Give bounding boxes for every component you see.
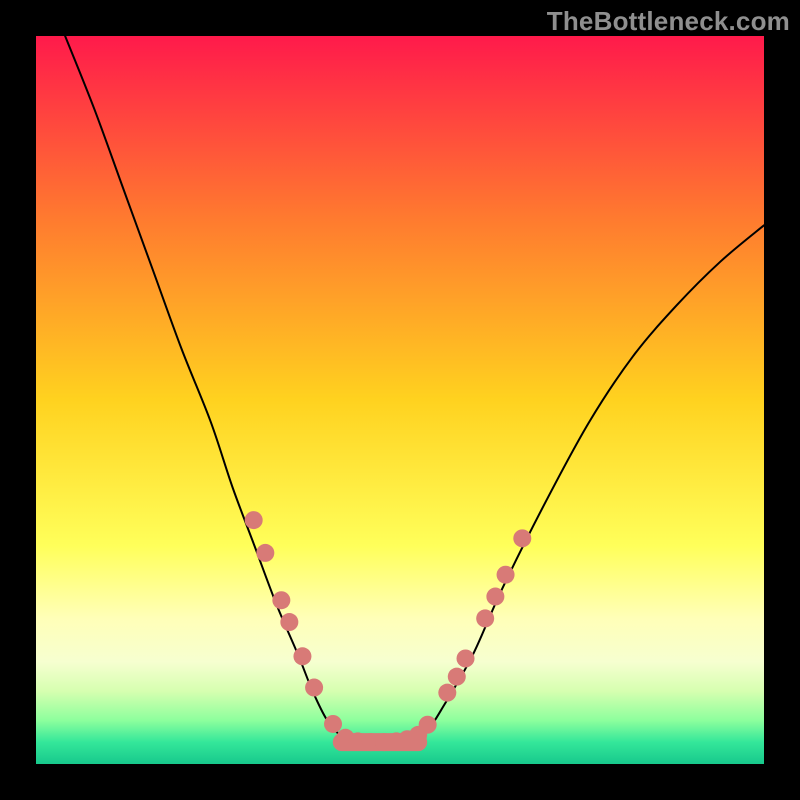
dot-6 — [324, 715, 342, 733]
dot-1 — [256, 544, 274, 562]
dot-2 — [272, 591, 290, 609]
plot-area — [36, 36, 764, 764]
dot-15 — [438, 684, 456, 702]
dot-20 — [497, 566, 515, 584]
chart-frame: TheBottleneck.com — [0, 0, 800, 800]
dot-21 — [513, 529, 531, 547]
dot-14 — [419, 716, 437, 734]
dot-3 — [280, 613, 298, 631]
plot-background — [36, 36, 764, 764]
dot-17 — [457, 649, 475, 667]
dot-5 — [305, 679, 323, 697]
dot-19 — [486, 588, 504, 606]
dot-0 — [245, 511, 263, 529]
watermark-text: TheBottleneck.com — [547, 6, 790, 37]
dot-18 — [476, 609, 494, 627]
dot-16 — [448, 668, 466, 686]
dot-4 — [293, 647, 311, 665]
chart-svg — [36, 36, 764, 764]
